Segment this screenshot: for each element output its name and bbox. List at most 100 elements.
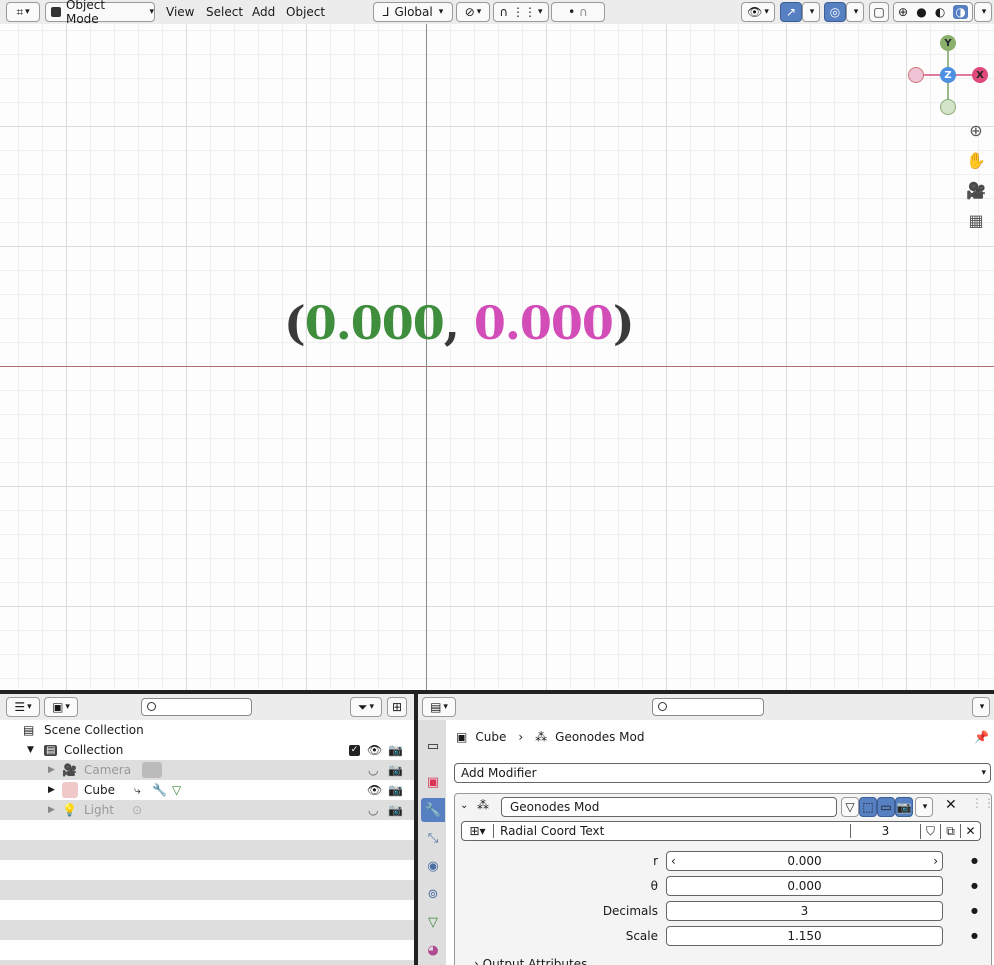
param-decimals-field[interactable]: 3	[666, 901, 943, 921]
unlink-icon[interactable]: ✕	[960, 824, 980, 838]
wireframe-shading-icon[interactable]: ⊕	[898, 5, 908, 19]
drag-handle-icon[interactable]: ⋮⋮	[971, 796, 994, 810]
gizmo-neg-y-ball[interactable]	[940, 99, 956, 115]
modifier-wrench-icon[interactable]: 🔧	[152, 783, 167, 797]
increment-arrow-icon[interactable]: ›	[933, 854, 938, 868]
zoom-icon[interactable]: ⊕	[966, 120, 986, 140]
menu-object[interactable]: Object	[286, 5, 325, 19]
modifier-name-field[interactable]: Geonodes Mod	[501, 797, 837, 817]
menu-add[interactable]: Add	[252, 5, 275, 19]
mode-dropdown[interactable]: Object Mode ▾	[45, 0, 155, 26]
pin-icon[interactable]: 📌	[974, 730, 989, 744]
output-attributes-subpanel[interactable]: › Output Attributes	[474, 957, 587, 965]
cube-render-icon[interactable]: 📷	[388, 783, 403, 797]
param-theta-keyframe-dot[interactable]: ●	[971, 881, 978, 890]
shading-buttons[interactable]: ⊕ ● ◐ ◑	[893, 2, 973, 22]
camera-render-icon[interactable]: 📷	[388, 763, 403, 777]
expand-light-icon[interactable]: ▶	[48, 805, 55, 815]
param-decimals-keyframe-dot[interactable]: ●	[971, 906, 978, 915]
filter-dropdown[interactable]: ⏷ ▾	[350, 697, 382, 717]
gizmo-dropdown[interactable]: ▾	[802, 2, 820, 22]
collapse-modifier-icon[interactable]: ⌄	[460, 800, 468, 811]
gizmo-z-ball[interactable]: Z	[940, 67, 956, 83]
rendered-shading-icon[interactable]: ◑	[953, 5, 968, 19]
light-data-icon[interactable]: ⊙	[132, 803, 142, 817]
3d-viewport[interactable]: (0.000, 0.000) Y Z X ⊕ ✋ 🎥 ▦ ⌗ ▾ Object M…	[0, 0, 994, 690]
ortho-grid-icon[interactable]: ▦	[966, 210, 986, 230]
orientation-dropdown[interactable]: ⅃ Global ▾	[373, 2, 453, 22]
xray-toggle-button[interactable]: ▢	[869, 2, 889, 22]
remove-modifier-icon[interactable]: ✕	[945, 797, 957, 813]
param-scale-keyframe-dot[interactable]: ●	[971, 931, 978, 940]
proportional-edit-button[interactable]: • ∩	[551, 2, 605, 22]
expand-camera-icon[interactable]: ▶	[48, 765, 55, 775]
outliner-row-camera[interactable]: ▶ 🎥 Camera ◡ 📷	[0, 760, 414, 780]
viewport-display-toggle[interactable]: ▭	[877, 797, 895, 817]
tab-object-icon[interactable]: ▣	[421, 770, 445, 794]
overlay-toggle-button[interactable]: ◎	[824, 2, 846, 22]
gizmo-toggle-button[interactable]: ↗	[780, 2, 802, 22]
expand-cube-icon[interactable]: ▶	[48, 785, 55, 795]
light-render-icon[interactable]: 📷	[388, 803, 403, 817]
exclude-checkbox[interactable]: ✓	[349, 744, 360, 756]
pivot-dropdown[interactable]: ⊘ ▾	[456, 2, 490, 22]
render-toggle[interactable]: 📷	[895, 797, 913, 817]
cage-toggle[interactable]: ⬚	[859, 797, 877, 817]
param-scale-field[interactable]: 1.150	[666, 926, 943, 946]
tab-constraints-icon[interactable]: ⊚	[421, 882, 445, 906]
param-r-keyframe-dot[interactable]: ●	[971, 856, 978, 865]
edit-mode-toggle[interactable]: ▽	[841, 797, 859, 817]
menu-view[interactable]: View	[166, 5, 194, 19]
modifier-options-dropdown[interactable]: ▾	[915, 797, 933, 817]
cube-visibility-eye-icon[interactable]: 👁	[367, 783, 382, 797]
display-mode-button[interactable]: ▣ ▾	[44, 697, 78, 717]
properties-search-input[interactable]	[652, 698, 764, 716]
tab-data-icon[interactable]: ▽	[421, 910, 445, 934]
editor-type-button[interactable]: ⌗ ▾	[6, 2, 40, 22]
new-collection-button[interactable]: ⊞	[387, 697, 407, 717]
gizmo-y-ball[interactable]: Y	[940, 35, 956, 51]
menu-select[interactable]: Select	[206, 5, 243, 19]
node-tree-icon[interactable]: ⊞▾	[462, 824, 494, 838]
tab-particles-icon[interactable]: ⤡	[421, 826, 445, 850]
tab-modifiers-wrench-icon[interactable]: 🔧	[421, 798, 445, 822]
expand-collection-icon[interactable]: ▼	[27, 745, 34, 755]
collection-row[interactable]: ▼ ▤ Collection ✓ 👁 📷	[0, 740, 414, 760]
visibility-dropdown[interactable]: 👁 ▾	[741, 2, 775, 22]
camera-hidden-eye-icon[interactable]: ◡	[368, 763, 378, 777]
light-hidden-eye-icon[interactable]: ◡	[368, 803, 378, 817]
outliner-search-input[interactable]	[141, 698, 252, 716]
pan-hand-icon[interactable]: ✋	[966, 150, 986, 170]
constraint-icon[interactable]: ⤷	[134, 783, 141, 798]
tab-physics-icon[interactable]: ◉	[421, 854, 445, 878]
node-group-selector[interactable]: ⊞▾ Radial Coord Text 3 ⛉ ⧉ ✕	[461, 821, 981, 841]
mesh-data-icon[interactable]: ▽	[172, 783, 181, 797]
outliner-editor-type-button[interactable]: ☰ ▾	[6, 697, 40, 717]
collection-visibility-eye-icon[interactable]: 👁	[367, 743, 382, 757]
param-r-field[interactable]: ‹ 0.000 ›	[666, 851, 943, 871]
snap-dropdown[interactable]: ∩ ⋮⋮ ▾	[493, 2, 549, 22]
param-theta-field[interactable]: 0.000	[666, 876, 943, 896]
collection-render-camera-icon[interactable]: 📷	[388, 743, 403, 757]
add-modifier-dropdown[interactable]: Add Modifier ▾	[454, 763, 991, 783]
gizmo-x-ball[interactable]: X	[972, 67, 988, 83]
tab-scene-icon[interactable]: ▭	[421, 734, 445, 758]
overlay-dropdown[interactable]: ▾	[846, 2, 864, 22]
tab-material-icon[interactable]: ◕	[421, 938, 445, 962]
decrement-arrow-icon[interactable]: ‹	[671, 854, 676, 868]
material-shading-icon[interactable]: ◐	[935, 5, 945, 19]
fake-user-shield-icon[interactable]: ⛉	[920, 823, 940, 839]
camera-data-icon[interactable]	[142, 762, 162, 778]
duplicate-icon[interactable]: ⧉	[940, 823, 960, 839]
scene-collection-row[interactable]: ▤ Scene Collection	[0, 720, 414, 740]
solid-shading-icon[interactable]: ●	[916, 5, 926, 19]
gizmo-neg-x-ball[interactable]	[908, 67, 924, 83]
breadcrumb: ▣ Cube › ⁂ Geonodes Mod	[456, 730, 645, 744]
camera-view-icon[interactable]: 🎥	[966, 180, 986, 200]
properties-options-dropdown[interactable]: ▾	[972, 697, 990, 717]
outliner-row-cube[interactable]: ▶ Cube ⤷ 🔧 ▽ 👁 📷	[0, 780, 414, 800]
navigation-gizmo[interactable]: Y Z X	[906, 34, 990, 118]
shading-dropdown[interactable]: ▾	[974, 2, 992, 22]
outliner-row-light[interactable]: ▶ 💡 Light ⊙ ◡ 📷	[0, 800, 414, 820]
properties-editor-type-button[interactable]: ▤ ▾	[422, 697, 456, 717]
